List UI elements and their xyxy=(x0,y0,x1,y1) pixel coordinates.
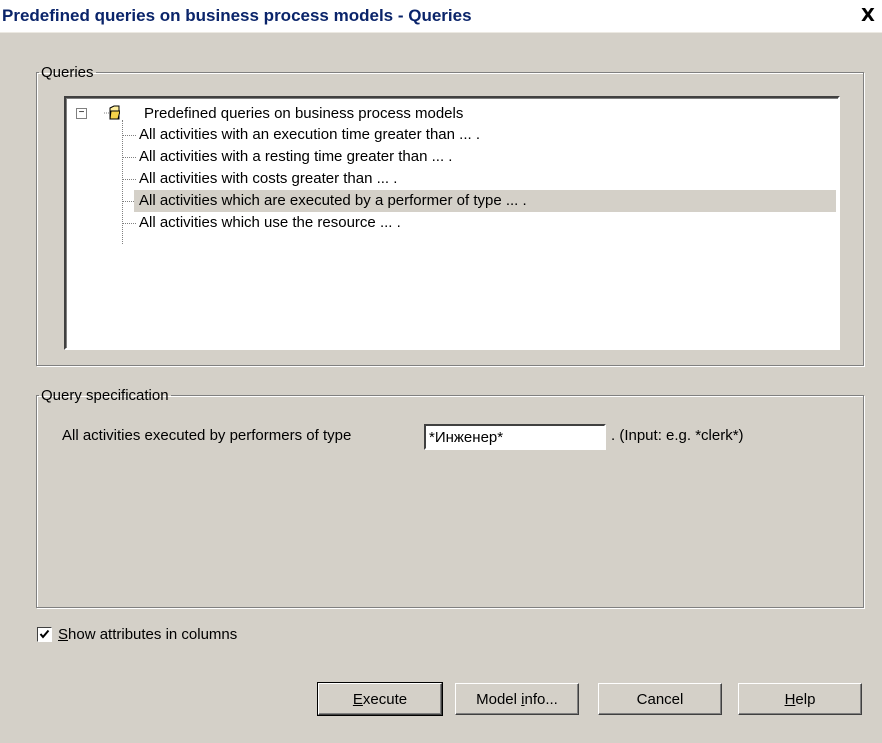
model-info-button[interactable]: Model i nfo... xyxy=(455,683,579,715)
tree-item[interactable]: All activities with a resting time great… xyxy=(136,146,455,168)
folder-open-icon xyxy=(104,105,120,120)
execute-button[interactable]: Execute xyxy=(317,682,443,716)
tree-connector xyxy=(122,179,136,180)
button-label: Model xyxy=(476,690,522,708)
queries-tree[interactable]: − Predefined queries on business process… xyxy=(64,96,840,350)
show-attributes-checkbox[interactable] xyxy=(37,627,52,642)
tree-root-label: Predefined queries on business process m… xyxy=(144,105,464,122)
accelerator-key: H xyxy=(784,690,796,708)
input-hint: . (Input: e.g. *clerk*) xyxy=(611,427,744,444)
tree-connector xyxy=(122,135,136,136)
tree-connector xyxy=(122,223,136,224)
label-text: how attributes in columns xyxy=(68,626,238,643)
tree-item[interactable]: All activities which use the resource ..… xyxy=(136,212,404,234)
performer-type-prompt: All activities executed by performers of… xyxy=(62,427,352,444)
accelerator-key: E xyxy=(352,690,363,708)
tree-item[interactable]: All activities with an execution time gr… xyxy=(136,124,483,146)
tree-item[interactable]: All activities with costs greater than .… xyxy=(136,168,400,190)
queries-group-label: Queries xyxy=(41,64,94,81)
window-title: Predefined queries on business process m… xyxy=(2,6,472,25)
tree-item-selected[interactable]: All activities which are executed by a p… xyxy=(134,190,836,212)
cancel-button[interactable]: Cancel xyxy=(598,683,722,715)
query-spec-group-label: Query specification xyxy=(41,387,169,404)
title-bar[interactable]: Predefined queries on business process m… xyxy=(0,0,882,33)
query-spec-group: Query specification xyxy=(36,387,864,608)
performer-type-input[interactable] xyxy=(424,424,606,450)
show-attributes-label[interactable]: Show attributes in columns xyxy=(58,626,237,643)
button-label: Cancel xyxy=(636,690,684,708)
tree-connector xyxy=(122,120,123,244)
accelerator-key: S xyxy=(58,626,69,643)
button-label: nfo... xyxy=(524,690,558,708)
button-label: xecute xyxy=(362,690,408,708)
button-label: elp xyxy=(795,690,816,708)
tree-connector xyxy=(122,157,136,158)
help-button[interactable]: Help xyxy=(738,683,862,715)
close-button[interactable]: X xyxy=(858,6,878,26)
checkmark-icon xyxy=(39,629,50,639)
collapse-icon[interactable]: − xyxy=(76,108,87,119)
